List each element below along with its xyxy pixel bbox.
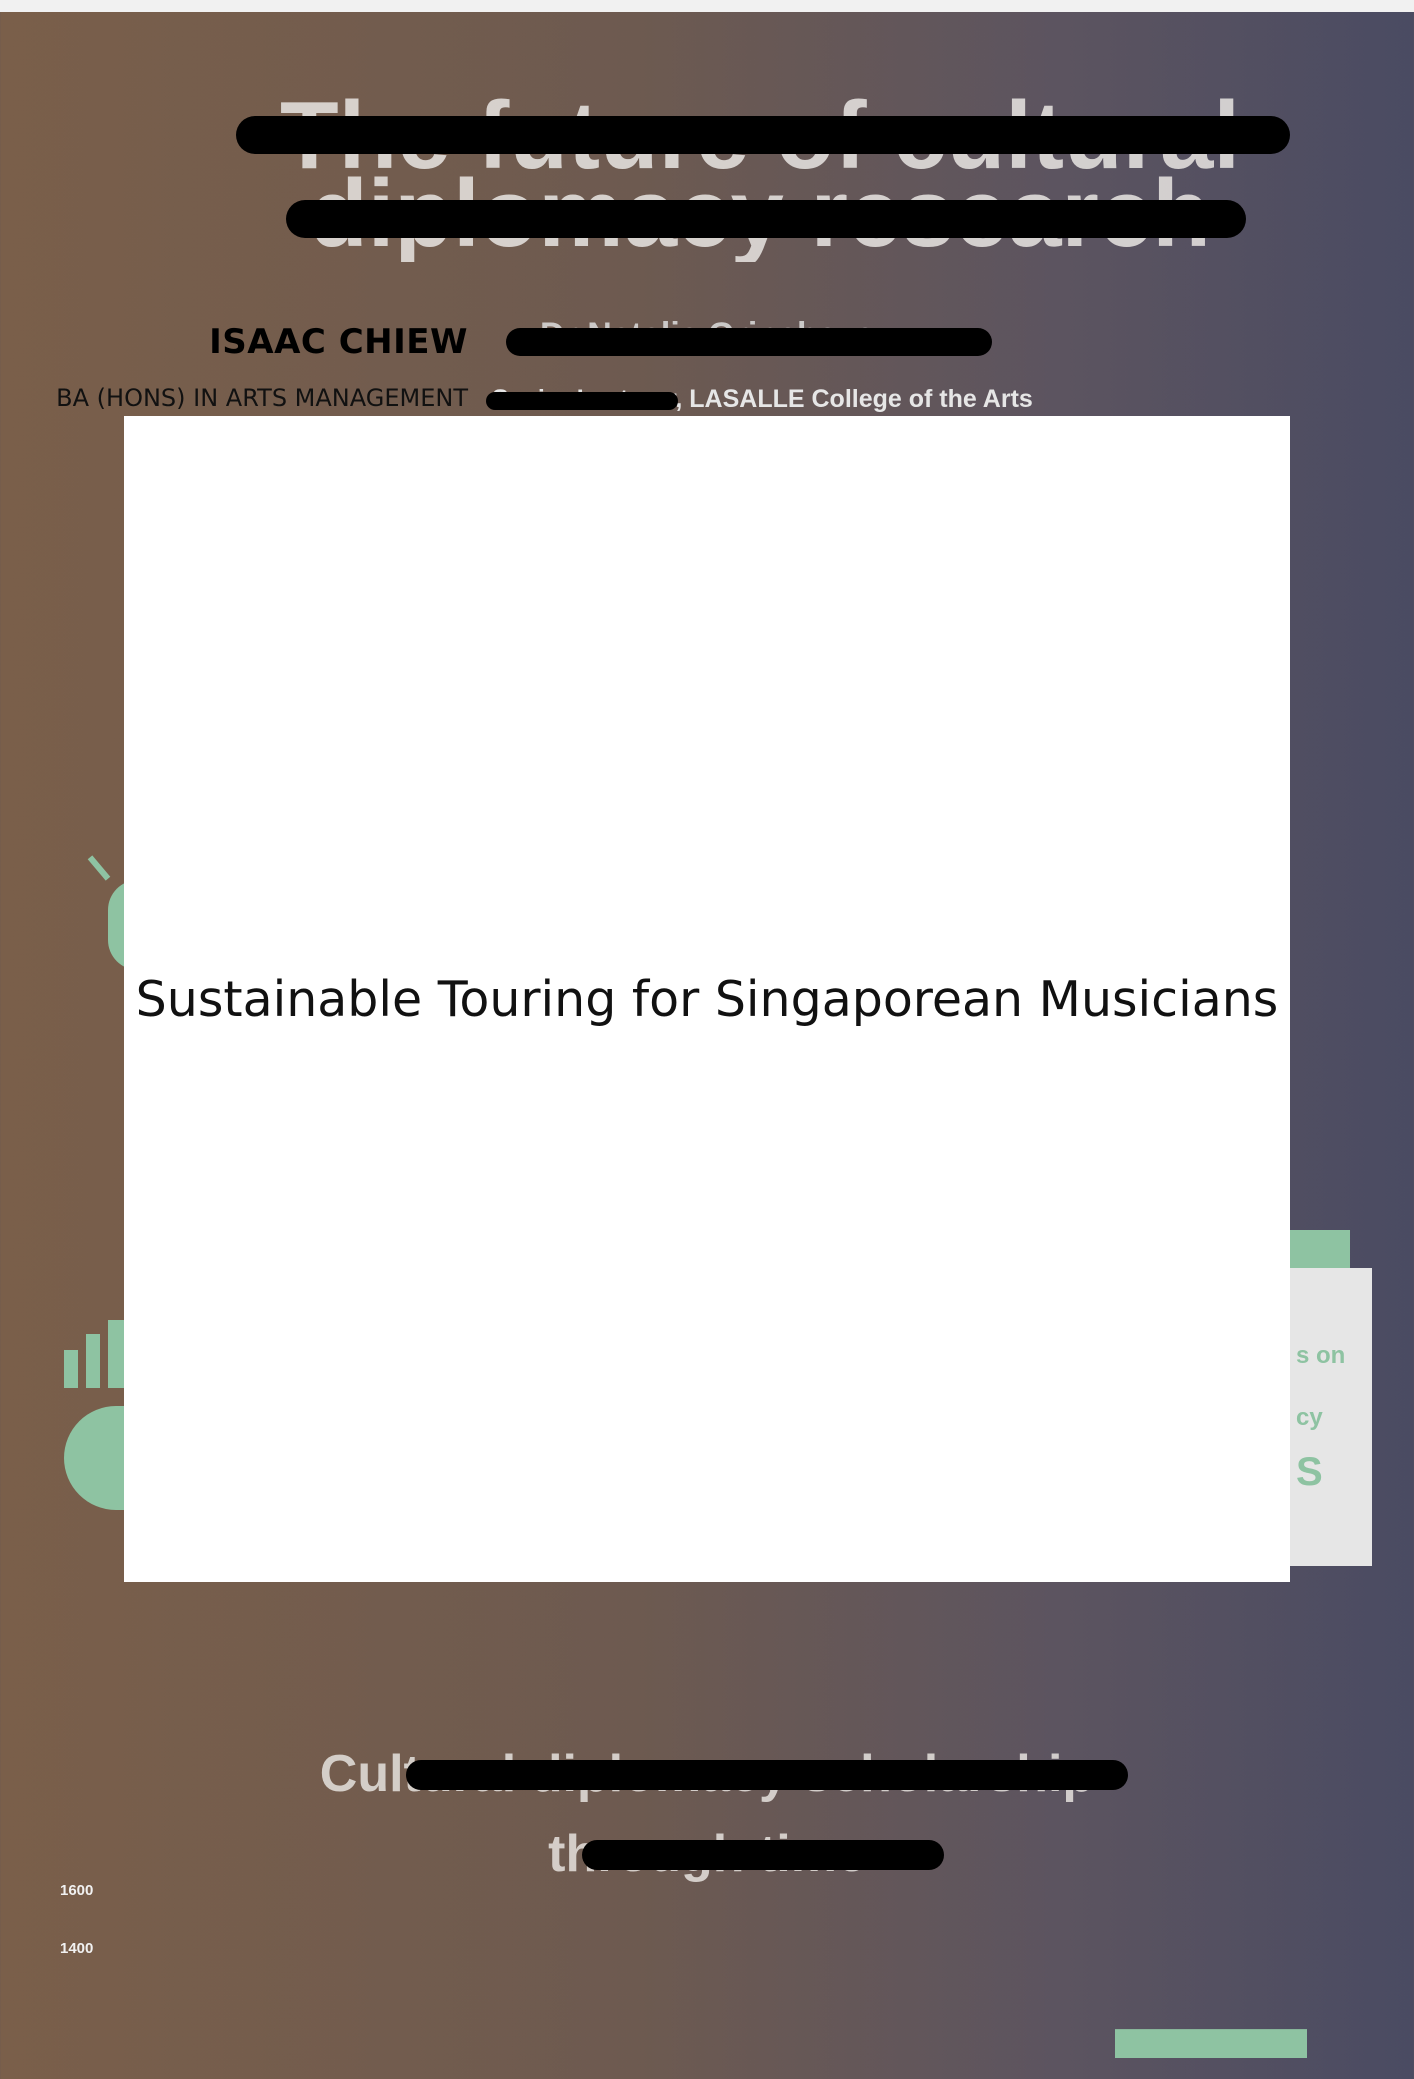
author-degree: BA (HONS) IN ARTS MANAGEMENT — [56, 384, 468, 412]
redaction-bar — [236, 116, 1290, 154]
decorative-shape — [87, 855, 111, 881]
redaction-bar — [486, 392, 678, 410]
side-panel-text: cy — [1296, 1404, 1323, 1431]
panel-header — [1290, 1230, 1350, 1268]
bar-chart-icon — [108, 1320, 124, 1388]
axis-tick-label: 1400 — [60, 1940, 94, 1957]
redaction-bar — [286, 200, 1246, 238]
cover-title: Sustainable Touring for Singaporean Musi… — [135, 970, 1279, 1028]
cover-panel: Sustainable Touring for Singaporean Musi… — [124, 416, 1290, 1582]
bar-chart-icon — [64, 1350, 78, 1388]
side-panel-text: s on — [1296, 1342, 1346, 1369]
top-bar — [0, 0, 1414, 12]
author-name: ISAAC CHIEW — [209, 322, 468, 362]
redaction-bar — [506, 328, 992, 356]
side-panel-text: S — [1296, 1450, 1323, 1494]
bar-chart-icon — [86, 1334, 100, 1388]
redaction-bar — [406, 1760, 1128, 1790]
decorative-number: ▬▬ — [1115, 1972, 1307, 2079]
axis-tick-label: 1600 — [60, 1882, 94, 1899]
redaction-bar — [582, 1840, 944, 1870]
